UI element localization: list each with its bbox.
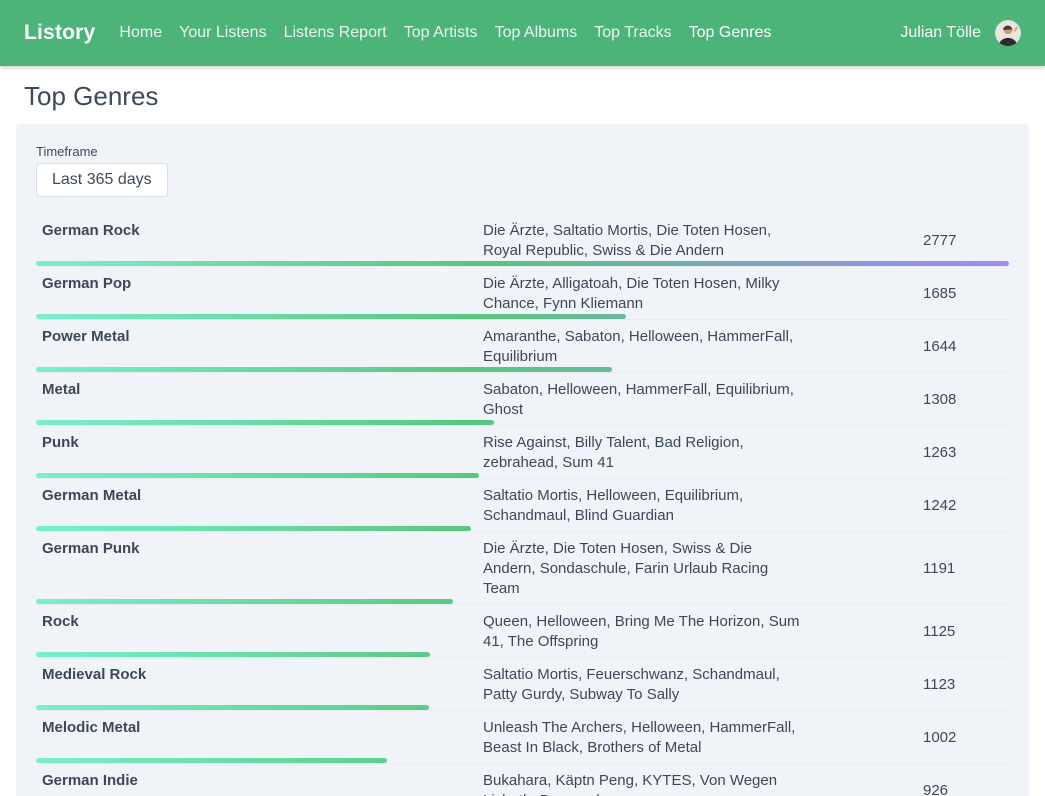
nav-item-top-tracks[interactable]: Top Tracks bbox=[594, 24, 671, 42]
genre-row-content: Medieval Rock Saltatio Mortis, Feuerschw… bbox=[36, 658, 1009, 705]
timeframe-block: Timeframe Last 365 days bbox=[36, 144, 1009, 197]
genre-row: Rock Queen, Helloween, Bring Me The Hori… bbox=[36, 605, 1009, 658]
genre-bar-track bbox=[36, 705, 1009, 711]
page-title: Top Genres bbox=[24, 81, 1021, 112]
genre-listen-count: 1125 bbox=[814, 622, 1009, 642]
nav-item-top-albums[interactable]: Top Albums bbox=[495, 24, 578, 42]
genre-top-artists: Die Ärzte, Saltatio Mortis, Die Toten Ho… bbox=[483, 221, 814, 261]
top-genres-card: Timeframe Last 365 days German Rock Die … bbox=[16, 124, 1029, 796]
genre-top-artists: Bukahara, Käptn Peng, KYTES, Von Wegen L… bbox=[483, 771, 814, 796]
genre-row-content: German Indie Bukahara, Käptn Peng, KYTES… bbox=[36, 764, 1009, 796]
genre-row: Medieval Rock Saltatio Mortis, Feuerschw… bbox=[36, 658, 1009, 711]
genre-row-content: Melodic Metal Unleash The Archers, Hello… bbox=[36, 711, 1009, 758]
genres-table: German Rock Die Ärzte, Saltatio Mortis, … bbox=[36, 214, 1009, 796]
genre-name: German Metal bbox=[36, 486, 483, 526]
genre-listen-count: 2777 bbox=[814, 231, 1009, 251]
genre-listen-count: 1263 bbox=[814, 443, 1009, 463]
nav-links: Home Your Listens Listens Report Top Artist… bbox=[119, 24, 788, 42]
user-avatar-icon[interactable] bbox=[995, 20, 1021, 46]
genre-listen-count: 1002 bbox=[814, 728, 1009, 748]
genre-row: German Indie Bukahara, Käptn Peng, KYTES… bbox=[36, 764, 1009, 796]
genre-bar-track bbox=[36, 526, 1009, 532]
genre-row: German Metal Saltatio Mortis, Helloween,… bbox=[36, 479, 1009, 532]
genre-bar-track bbox=[36, 314, 1009, 320]
main-content: Top Genres Timeframe Last 365 days Germa… bbox=[0, 66, 1045, 796]
navbar: Listory Home Your Listens Listens Report To… bbox=[0, 0, 1045, 66]
timeframe-label: Timeframe bbox=[36, 144, 1009, 159]
genre-bar bbox=[36, 705, 429, 710]
genre-bar bbox=[36, 314, 626, 319]
genre-listen-count: 1685 bbox=[814, 284, 1009, 304]
genre-top-artists: Die Ärzte, Alligatoah, Die Toten Hosen, … bbox=[483, 274, 814, 314]
genre-name: German Punk bbox=[36, 539, 483, 599]
genre-bar bbox=[36, 473, 479, 478]
genre-name: Power Metal bbox=[36, 327, 483, 367]
genre-row-content: German Pop Die Ärzte, Alligatoah, Die To… bbox=[36, 267, 1009, 314]
genre-row-content: Power Metal Amaranthe, Sabaton, Hellowee… bbox=[36, 320, 1009, 367]
genre-row: German Punk Die Ärzte, Die Toten Hosen, … bbox=[36, 532, 1009, 605]
genre-top-artists: Saltatio Mortis, Helloween, Equilibrium,… bbox=[483, 486, 814, 526]
genre-bar-track bbox=[36, 473, 1009, 479]
genre-row-content: Metal Sabaton, Helloween, HammerFall, Eq… bbox=[36, 373, 1009, 420]
genre-bar bbox=[36, 758, 387, 763]
genre-listen-count: 1644 bbox=[814, 337, 1009, 357]
genre-top-artists: Unleash The Archers, Helloween, HammerFa… bbox=[483, 718, 814, 758]
genre-listen-count: 1242 bbox=[814, 496, 1009, 516]
genre-name: Punk bbox=[36, 433, 483, 473]
user-name[interactable]: Julian Tölle bbox=[900, 24, 981, 42]
genre-name: Medieval Rock bbox=[36, 665, 483, 705]
genre-row-content: Rock Queen, Helloween, Bring Me The Hori… bbox=[36, 605, 1009, 652]
genre-bar bbox=[36, 652, 430, 657]
genre-name: Rock bbox=[36, 612, 483, 652]
genre-bar-track bbox=[36, 758, 1009, 764]
genre-name: German Rock bbox=[36, 221, 483, 261]
genre-bar bbox=[36, 526, 471, 531]
genre-row: Metal Sabaton, Helloween, HammerFall, Eq… bbox=[36, 373, 1009, 426]
genre-top-artists: Amaranthe, Sabaton, Helloween, HammerFal… bbox=[483, 327, 814, 367]
nav-item-your-listens[interactable]: Your Listens bbox=[179, 24, 266, 42]
genre-bar bbox=[36, 420, 494, 425]
genre-row-content: German Rock Die Ärzte, Saltatio Mortis, … bbox=[36, 214, 1009, 261]
app-logo[interactable]: Listory bbox=[24, 21, 95, 45]
genre-listen-count: 1191 bbox=[814, 559, 1009, 579]
genre-name: German Pop bbox=[36, 274, 483, 314]
genre-row: German Pop Die Ärzte, Alligatoah, Die To… bbox=[36, 267, 1009, 320]
genre-row-content: German Metal Saltatio Mortis, Helloween,… bbox=[36, 479, 1009, 526]
genre-top-artists: Rise Against, Billy Talent, Bad Religion… bbox=[483, 433, 814, 473]
genre-bar-track bbox=[36, 652, 1009, 658]
genre-bar-track bbox=[36, 261, 1009, 267]
genre-row-content: German Punk Die Ärzte, Die Toten Hosen, … bbox=[36, 532, 1009, 599]
genre-listen-count: 1123 bbox=[814, 675, 1009, 695]
genre-name: German Indie bbox=[36, 771, 483, 796]
genre-top-artists: Saltatio Mortis, Feuerschwanz, Schandmau… bbox=[483, 665, 814, 705]
genre-listen-count: 1308 bbox=[814, 390, 1009, 410]
genre-row-content: Punk Rise Against, Billy Talent, Bad Rel… bbox=[36, 426, 1009, 473]
genre-bar bbox=[36, 367, 612, 372]
genre-bar bbox=[36, 599, 453, 604]
genre-name: Metal bbox=[36, 380, 483, 420]
genre-bar-track bbox=[36, 367, 1009, 373]
genre-bar-track bbox=[36, 599, 1009, 605]
genre-top-artists: Die Ärzte, Die Toten Hosen, Swiss & Die … bbox=[483, 539, 814, 599]
nav-item-top-genres[interactable]: Top Genres bbox=[689, 24, 772, 42]
genre-row: German Rock Die Ärzte, Saltatio Mortis, … bbox=[36, 214, 1009, 267]
genre-top-artists: Sabaton, Helloween, HammerFall, Equilibr… bbox=[483, 380, 814, 420]
genre-listen-count: 926 bbox=[814, 781, 1009, 796]
nav-item-listens-report[interactable]: Listens Report bbox=[284, 24, 387, 42]
genre-bar-track bbox=[36, 420, 1009, 426]
nav-item-top-artists[interactable]: Top Artists bbox=[404, 24, 478, 42]
genre-row: Punk Rise Against, Billy Talent, Bad Rel… bbox=[36, 426, 1009, 479]
genre-bar bbox=[36, 261, 1009, 266]
genre-row: Power Metal Amaranthe, Sabaton, Hellowee… bbox=[36, 320, 1009, 373]
genre-name: Melodic Metal bbox=[36, 718, 483, 758]
nav-item-home[interactable]: Home bbox=[119, 24, 162, 42]
timeframe-select[interactable]: Last 365 days bbox=[36, 163, 168, 197]
genre-row: Melodic Metal Unleash The Archers, Hello… bbox=[36, 711, 1009, 764]
genre-top-artists: Queen, Helloween, Bring Me The Horizon, … bbox=[483, 612, 814, 652]
